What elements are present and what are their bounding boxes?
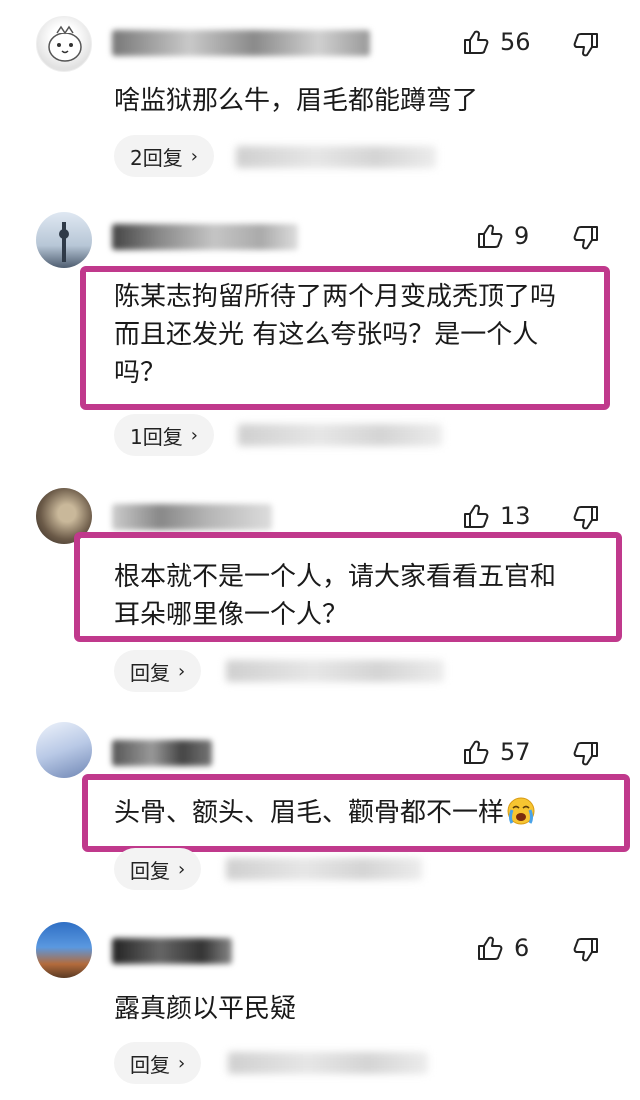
reply-label: 回复 — [130, 660, 170, 685]
chevron-right-icon: › — [190, 424, 198, 446]
like-count: 9 — [514, 222, 530, 250]
reply-count-button[interactable]: 2回复 › — [114, 135, 214, 177]
comment-text-span: 头骨、额头、眉毛、颧骨都不一样 — [114, 798, 505, 828]
comment-text-line: 耳朵哪里像一个人？ — [114, 600, 349, 630]
like-button[interactable]: 56 — [462, 28, 531, 56]
username-blurred[interactable] — [112, 30, 370, 56]
thumbs-down-icon[interactable] — [572, 31, 600, 59]
thumbs-down-icon[interactable] — [572, 936, 600, 964]
avatar[interactable] — [36, 922, 92, 978]
reply-button[interactable]: 回复 › — [114, 848, 202, 890]
avatar[interactable] — [36, 212, 92, 268]
chevron-right-icon: › — [178, 858, 186, 880]
comment-text-line: 陈某志拘留所待了两个月变成秃顶了吗 — [114, 282, 557, 312]
username-blurred[interactable] — [112, 224, 298, 250]
like-count: 56 — [500, 28, 531, 56]
comment-text-line: 头骨、额头、眉毛、颧骨都不一样 — [114, 794, 536, 832]
thumbs-down-icon[interactable] — [572, 740, 600, 768]
like-button[interactable]: 13 — [462, 502, 531, 530]
like-count: 57 — [500, 738, 531, 766]
thumbs-down-icon[interactable] — [572, 504, 600, 532]
chevron-right-icon: › — [190, 145, 198, 167]
chevron-right-icon: › — [178, 1052, 186, 1074]
chevron-right-icon: › — [178, 660, 186, 682]
like-count: 13 — [500, 502, 531, 530]
comment-text: 啥监狱那么牛，眉毛都能蹲弯了 — [114, 82, 478, 120]
thumbs-up-icon — [464, 30, 489, 54]
comment-text: 陈某志拘留所待了两个月变成秃顶了吗 而且还发光 有这么夸张吗？是一个人 吗？ — [114, 278, 556, 392]
timestamp-location-blurred — [236, 146, 436, 168]
comment-text-line: 根本就不是一个人，请大家看看五官和 — [114, 562, 557, 592]
reply-button[interactable]: 回复 › — [114, 650, 202, 692]
timestamp-location-blurred — [238, 424, 442, 446]
reply-label: 1回复 — [130, 424, 183, 449]
timestamp-location-blurred — [226, 660, 444, 682]
comment-text-line: 啥监狱那么牛，眉毛都能蹲弯了 — [114, 86, 479, 116]
avatar[interactable] — [36, 16, 92, 72]
reply-count-button[interactable]: 1回复 › — [114, 414, 214, 456]
thumbs-up-icon — [478, 936, 503, 960]
reply-label: 2回复 — [130, 145, 183, 170]
thumbs-up-icon — [464, 740, 489, 764]
crying-face-emoji-icon — [507, 797, 535, 825]
username-blurred[interactable] — [112, 938, 232, 964]
avatar-cartoon-icon — [48, 25, 82, 62]
like-count: 6 — [514, 934, 530, 962]
reply-button[interactable]: 回复 › — [114, 1042, 202, 1084]
thumbs-up-icon — [478, 224, 503, 248]
username-blurred[interactable] — [112, 740, 212, 766]
comment-text-line: 而且还发光 有这么夸张吗？是一个人 — [114, 320, 539, 350]
like-button[interactable]: 9 — [476, 222, 529, 250]
comment-text: 根本就不是一个人，请大家看看五官和 耳朵哪里像一个人？ — [114, 558, 556, 634]
reply-label: 回复 — [130, 1052, 170, 1077]
comment-text: 头骨、额头、眉毛、颧骨都不一样 — [114, 794, 536, 832]
like-button[interactable]: 6 — [476, 934, 529, 962]
thumbs-down-icon[interactable] — [572, 224, 600, 252]
comment-text-line: 吗？ — [114, 358, 167, 388]
username-blurred[interactable] — [112, 504, 272, 530]
like-button[interactable]: 57 — [462, 738, 531, 766]
avatar[interactable] — [36, 722, 92, 778]
comment-text: 露真颜以平民疑 — [114, 990, 296, 1028]
timestamp-location-blurred — [228, 1052, 428, 1074]
avatar-tower-icon — [59, 222, 69, 262]
timestamp-location-blurred — [226, 858, 422, 880]
comment-text-line: 露真颜以平民疑 — [114, 994, 297, 1024]
reply-label: 回复 — [130, 858, 170, 883]
thumbs-up-icon — [464, 504, 489, 528]
